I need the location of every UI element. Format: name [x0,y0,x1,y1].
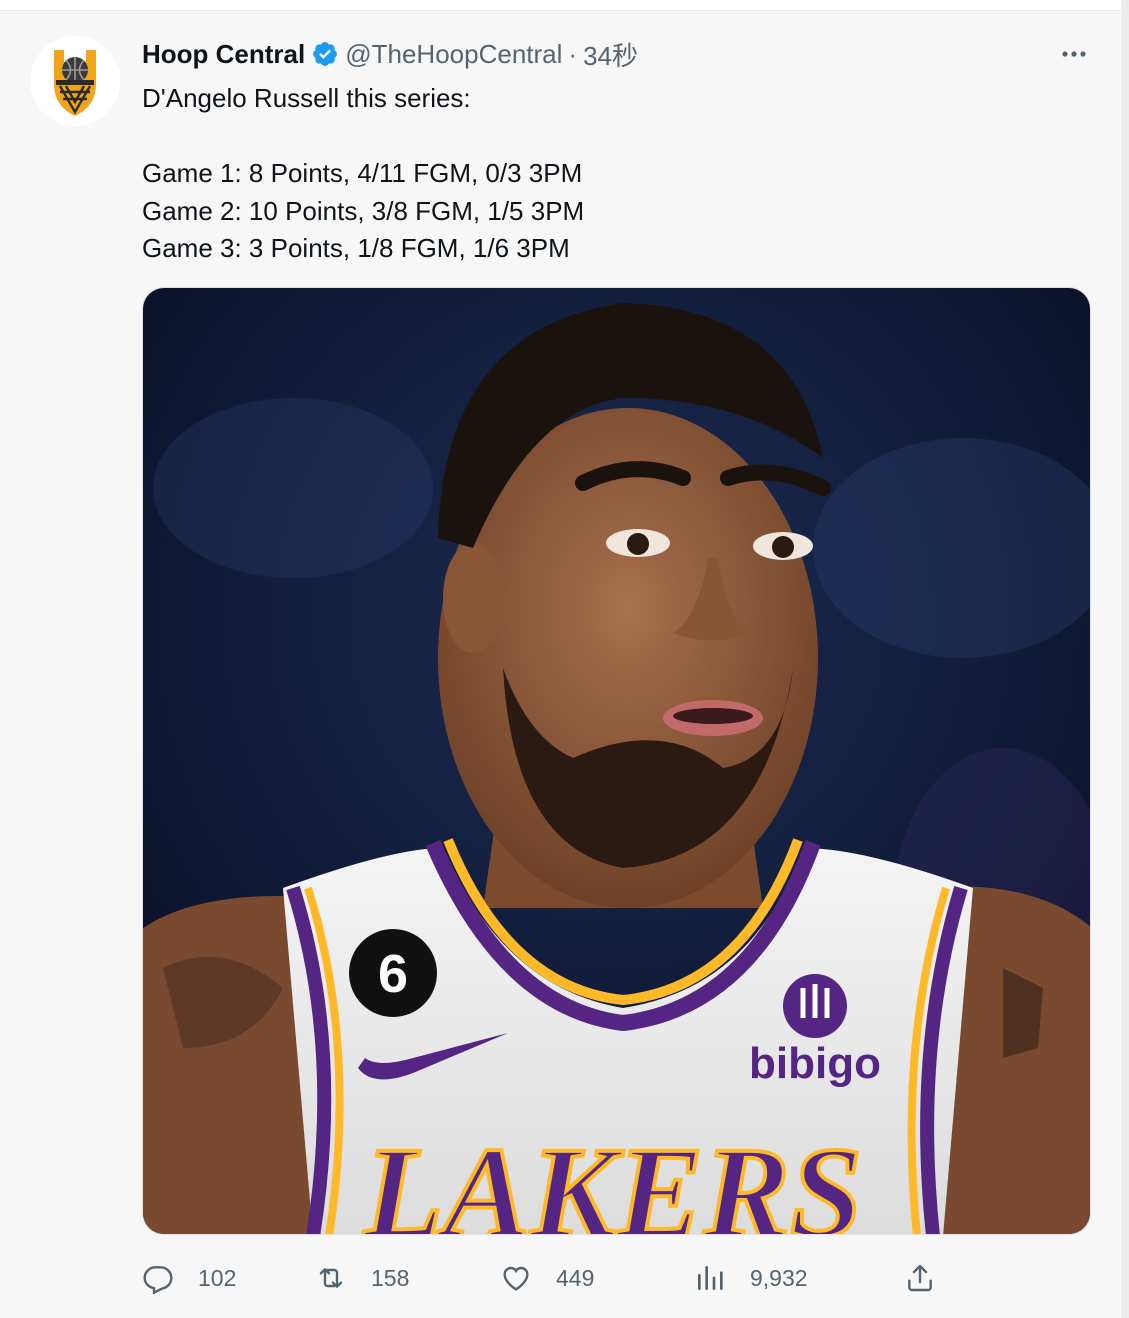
retweet-icon [319,1268,343,1288]
more-options-icon [1062,51,1086,57]
author-name[interactable]: Hoop Central [142,39,305,70]
author-avatar[interactable] [30,36,120,126]
views-count: 9,932 [750,1264,808,1291]
separator-dot: · [568,38,578,69]
retweet-count: 158 [371,1264,410,1291]
tweet-timestamp[interactable]: 34秒 [583,36,638,73]
tweet-action-bar: 102 158 449 9,932 [142,1258,1092,1298]
tweet-text-line: D'Angelo Russell this series: [142,83,471,113]
heart-icon [503,1266,529,1291]
more-options-button[interactable] [1058,40,1092,68]
retweet-button[interactable]: 158 [315,1258,409,1298]
tweet-header: Hoop Central @TheHoopCentral · 34秒 [142,36,638,72]
top-border [0,0,1129,11]
views-icon [698,1266,723,1290]
verified-badge-icon [313,42,338,66]
share-icon [908,1264,932,1292]
tweet-text-line: Game 3: 3 Points, 1/8 FGM, 1/6 3PM [142,233,570,263]
jersey-number: 6 [378,944,408,1004]
tweet-text: D'Angelo Russell this series: Game 1: 8 … [142,80,584,268]
author-handle[interactable]: @TheHoopCentral [345,39,562,70]
hoop-central-logo [30,36,120,126]
reply-count: 102 [198,1264,237,1291]
views-button[interactable]: 9,932 [694,1258,808,1298]
sponsor-text: bibigo [749,1039,881,1088]
reply-icon [143,1266,173,1294]
player-photo: 6 bibigo LAKERS [143,288,1090,1235]
share-button[interactable] [904,1258,936,1298]
like-count: 449 [556,1264,595,1291]
tweet-photo[interactable]: 6 bibigo LAKERS [142,287,1091,1235]
tweet-text-line: Game 2: 10 Points, 3/8 FGM, 1/5 3PM [142,195,585,226]
reply-button[interactable]: 102 [142,1258,236,1298]
team-wordmark: LAKERS [363,1121,863,1235]
scroll-edge [1121,0,1129,1318]
tweet-text-line: Game 1: 8 Points, 4/11 FGM, 0/3 3PM [142,158,583,188]
like-button[interactable]: 449 [500,1258,594,1298]
